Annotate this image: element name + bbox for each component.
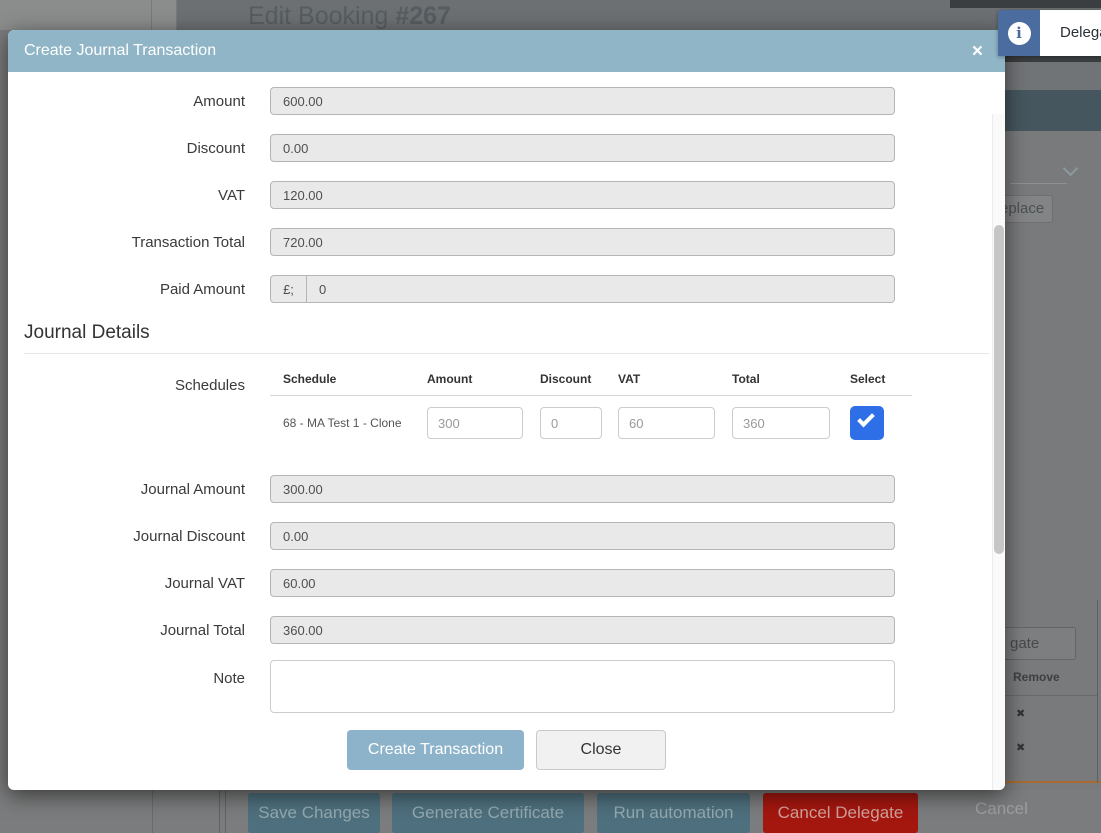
col-select: Select: [850, 372, 912, 386]
remove-icon[interactable]: ✖: [1016, 707, 1030, 720]
divider: [24, 353, 989, 354]
save-changes-button[interactable]: Save Changes: [248, 793, 380, 833]
tab-info[interactable]: i: [998, 10, 1040, 56]
scrollbar-thumb[interactable]: [994, 225, 1004, 554]
create-transaction-button[interactable]: Create Transaction: [347, 730, 524, 770]
schedules-label: Schedules: [8, 372, 245, 440]
page-title: Edit Booking #267: [248, 2, 451, 30]
divider: [176, 0, 177, 30]
journal-discount-row: Journal Discount: [8, 522, 1005, 550]
select-checkbox[interactable]: [850, 406, 884, 440]
remove-icon[interactable]: ✖: [1016, 741, 1030, 754]
transaction-total-label: Transaction Total: [8, 234, 245, 251]
divider: [1005, 695, 1097, 696]
page-title-text: Edit Booking: [248, 2, 395, 30]
panel-border: [1097, 600, 1098, 783]
journal-total-label: Journal Total: [8, 622, 245, 639]
journal-amount-label: Journal Amount: [8, 481, 245, 498]
modal-header: Create Journal Transaction ×: [8, 30, 1005, 72]
col-discount: Discount: [540, 372, 618, 386]
discount-label: Discount: [8, 140, 245, 157]
info-icon: i: [1008, 22, 1031, 45]
col-vat: VAT: [618, 372, 732, 386]
journal-total-field[interactable]: [270, 616, 895, 644]
currency-addon: £;: [271, 276, 307, 302]
close-icon[interactable]: ×: [972, 42, 983, 61]
background-right-panel: eplace gate Remove ✖ ✖: [1005, 30, 1101, 790]
row-amount-input[interactable]: [427, 407, 523, 439]
modal-title: Create Journal Transaction: [24, 42, 972, 60]
journal-amount-row: Journal Amount: [8, 475, 1005, 503]
delegate-button-partial[interactable]: gate: [1005, 627, 1076, 660]
discount-row: Discount: [8, 134, 1005, 162]
modal-scrollbar: [992, 114, 1005, 790]
amount-label: Amount: [8, 93, 245, 110]
row-discount-input[interactable]: [540, 407, 602, 439]
divider: [152, 790, 153, 833]
background-spacer: [1005, 62, 1101, 90]
close-button[interactable]: Close: [536, 730, 666, 770]
journal-amount-field[interactable]: [270, 475, 895, 503]
paid-amount-field[interactable]: [307, 276, 894, 302]
vat-field[interactable]: [270, 181, 895, 209]
row-vat-input[interactable]: [618, 407, 715, 439]
replace-button[interactable]: eplace: [1005, 195, 1053, 223]
background-left-panel: [0, 0, 176, 30]
background-panel-header: [1005, 90, 1101, 131]
paid-amount-row: Paid Amount £;: [8, 275, 1005, 303]
schedules-table: Schedule Amount Discount VAT Total Selec…: [270, 372, 912, 440]
paid-amount-group: £;: [270, 275, 895, 303]
create-journal-transaction-modal: Create Journal Transaction × Amount Disc…: [8, 30, 1005, 790]
cancel-link[interactable]: Cancel: [975, 799, 1028, 819]
checkmark-icon: [857, 410, 875, 428]
cancel-delegate-button[interactable]: Cancel Delegate: [763, 793, 918, 833]
schedule-name: 68 - MA Test 1 - Clone: [270, 416, 427, 430]
journal-discount-label: Journal Discount: [8, 528, 245, 545]
divider: [1010, 183, 1067, 184]
background-dark-bar: [950, 0, 1101, 8]
journal-discount-field[interactable]: [270, 522, 895, 550]
background-top-strip: Edit Booking #267: [0, 0, 1101, 30]
schedules-block: Schedules Schedule Amount Discount VAT T…: [8, 372, 1005, 440]
orange-divider: [1005, 781, 1101, 783]
schedules-table-header: Schedule Amount Discount VAT Total Selec…: [270, 372, 912, 396]
journal-details-heading: Journal Details: [24, 322, 1005, 344]
background-bottom-bar: Save Changes Generate Certificate Run au…: [0, 790, 1101, 833]
transaction-total-row: Transaction Total: [8, 228, 1005, 256]
table-row: 68 - MA Test 1 - Clone: [270, 396, 912, 440]
screen: Edit Booking #267 eplace gate Remove ✖ ✖…: [0, 0, 1101, 833]
run-automation-button[interactable]: Run automation: [597, 793, 750, 833]
modal-body: Amount Discount VAT Transaction Total Pa…: [8, 72, 1005, 790]
col-schedule: Schedule: [270, 372, 427, 386]
floating-tabs: i Delegat: [998, 10, 1101, 56]
row-total-input[interactable]: [732, 407, 830, 439]
paid-amount-label: Paid Amount: [8, 281, 245, 298]
divider: [151, 0, 152, 30]
page-title-number: #267: [395, 2, 451, 30]
divider: [219, 790, 220, 833]
modal-footer: Create Transaction Close: [8, 730, 1005, 770]
journal-vat-field[interactable]: [270, 569, 895, 597]
discount-field[interactable]: [270, 134, 895, 162]
remove-column-header: Remove: [1013, 670, 1060, 684]
note-row: Note: [8, 660, 1005, 713]
journal-total-row: Journal Total: [8, 616, 1005, 644]
vat-label: VAT: [8, 187, 245, 204]
tab-delegate[interactable]: Delegat: [1040, 10, 1101, 56]
journal-vat-label: Journal VAT: [8, 575, 245, 592]
amount-row: Amount: [8, 87, 1005, 115]
chevron-down-icon[interactable]: [1063, 161, 1079, 177]
transaction-total-field[interactable]: [270, 228, 895, 256]
col-total: Total: [732, 372, 850, 386]
generate-certificate-button[interactable]: Generate Certificate: [392, 793, 584, 833]
note-label: Note: [8, 660, 245, 713]
journal-fields: Journal Amount Journal Discount Journal …: [8, 475, 1005, 644]
amount-field[interactable]: [270, 87, 895, 115]
divider: [225, 790, 226, 833]
note-textarea[interactable]: [270, 660, 895, 713]
vat-row: VAT: [8, 181, 1005, 209]
col-amount: Amount: [427, 372, 540, 386]
journal-vat-row: Journal VAT: [8, 569, 1005, 597]
